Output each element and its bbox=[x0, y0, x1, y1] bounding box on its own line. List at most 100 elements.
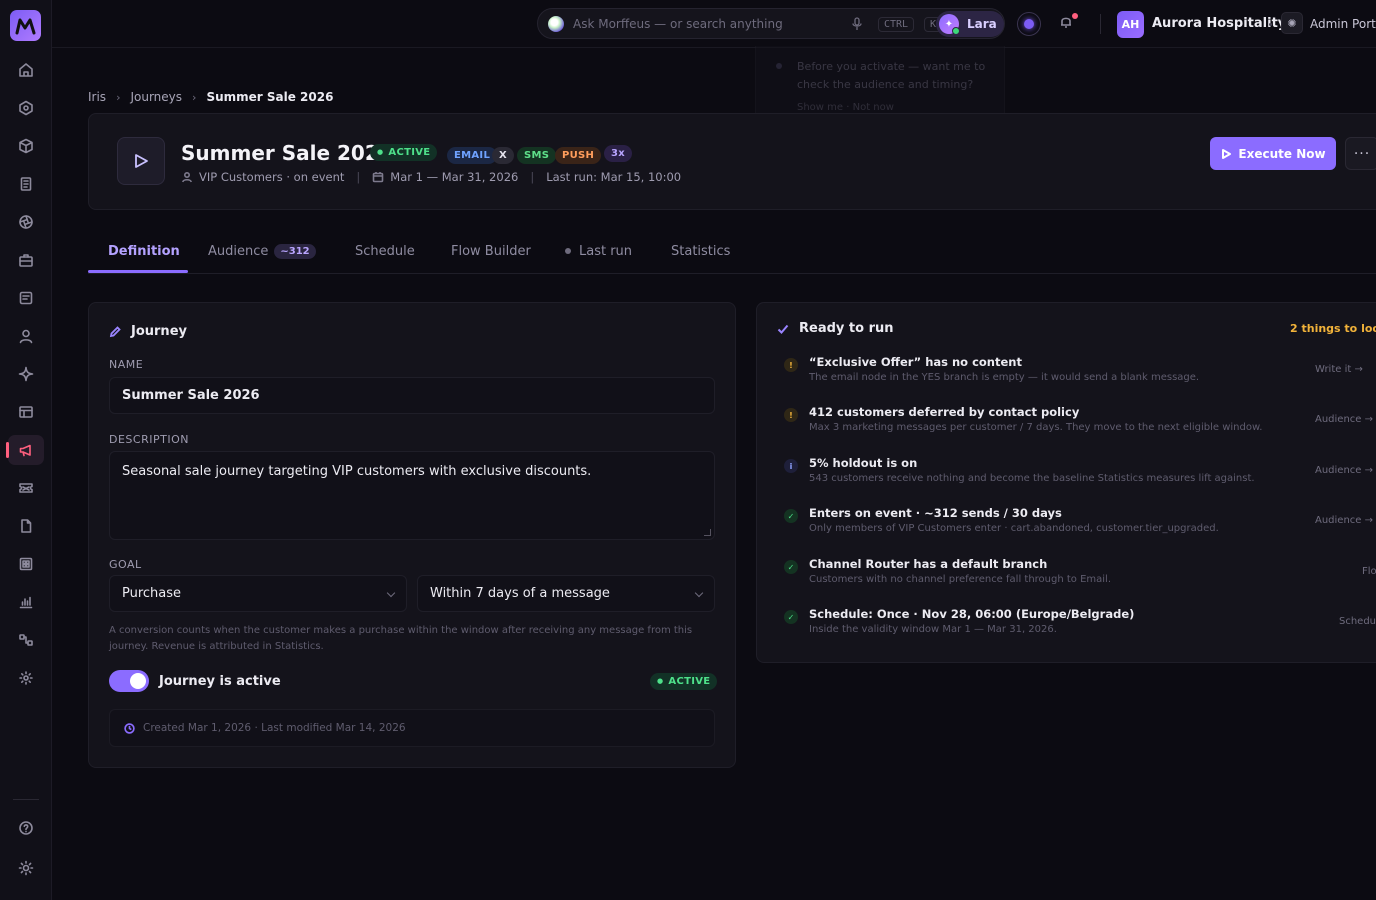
check-icon bbox=[777, 324, 789, 334]
tab-last-run[interactable]: Last run bbox=[565, 244, 632, 259]
user-icon bbox=[182, 171, 192, 183]
audience-link[interactable]: Audience → bbox=[1315, 414, 1373, 425]
more-options-button[interactable]: ··· bbox=[1345, 137, 1376, 170]
tab-flow-builder[interactable]: Flow Builder bbox=[451, 244, 531, 259]
info-icon: i bbox=[784, 459, 798, 473]
resize-handle-icon[interactable] bbox=[704, 529, 711, 536]
lara-avatar: ✦ bbox=[939, 14, 960, 35]
user-icon[interactable] bbox=[8, 321, 44, 351]
warning-icon: ! bbox=[784, 408, 798, 422]
checklist-desc: 543 customers receive nothing and become… bbox=[809, 473, 1255, 484]
checklist-item: i 5% holdout is on 543 customers receive… bbox=[777, 456, 1376, 502]
file-icon[interactable] bbox=[8, 511, 44, 541]
org-name[interactable]: Aurora Hospitality bbox=[1152, 16, 1286, 31]
megaphone-icon[interactable] bbox=[6, 435, 44, 465]
settings-icon[interactable] bbox=[8, 663, 44, 693]
checklist-desc: Max 3 marketing messages per customer / … bbox=[809, 422, 1263, 433]
tab-definition[interactable]: Definition bbox=[108, 244, 180, 259]
ask-search-bar[interactable]: Ask Morffeus — or search anything CTRL K… bbox=[537, 8, 1005, 39]
home-icon[interactable] bbox=[8, 55, 44, 85]
goal-help-text: A conversion counts when the customer ma… bbox=[109, 625, 693, 652]
last-run-dot-icon bbox=[565, 248, 571, 254]
flow-icon[interactable] bbox=[8, 625, 44, 655]
breadcrumb: Iris › Journeys › Summer Sale 2026 bbox=[88, 90, 333, 104]
checklist-desc: Customers with no channel preference fal… bbox=[809, 574, 1112, 585]
checklist-title: 412 customers deferred by contact policy bbox=[809, 405, 1080, 419]
ready-to-run-card: Ready to run 2 things to look at ! “Excl… bbox=[756, 302, 1376, 663]
journey-definition-card: Journey NAME Summer Sale 2026 DESCRIPTIO… bbox=[88, 302, 736, 768]
check-circle-icon: ✓ bbox=[784, 610, 798, 624]
sidebar-divider bbox=[13, 799, 39, 800]
chevron-right-icon: › bbox=[192, 90, 197, 104]
audience-link[interactable]: Audience → bbox=[1315, 515, 1373, 526]
toggle-knob bbox=[130, 673, 146, 689]
calendar-icon bbox=[372, 172, 384, 183]
sparkle-icon[interactable] bbox=[8, 359, 44, 389]
execute-now-button[interactable]: Execute Now bbox=[1210, 137, 1336, 170]
goal-window-value: Within 7 days of a message bbox=[430, 586, 610, 601]
ready-title: Ready to run bbox=[777, 321, 894, 336]
breadcrumb-iris[interactable]: Iris bbox=[88, 90, 106, 104]
checklist-title: 5% holdout is on bbox=[809, 456, 918, 470]
check-circle-icon: ✓ bbox=[784, 560, 798, 574]
org-avatar[interactable]: AH bbox=[1117, 11, 1144, 38]
checklist-item: ! “Exclusive Offer” has no content The e… bbox=[777, 355, 1376, 401]
name-label: NAME bbox=[109, 358, 144, 371]
form-icon[interactable] bbox=[8, 283, 44, 313]
checklist-title: Enters on event · ~312 sends / 30 days bbox=[809, 506, 1062, 520]
sidebar bbox=[0, 0, 52, 900]
theme-sun-icon[interactable] bbox=[8, 853, 44, 883]
flow-link[interactable]: Flow → bbox=[1362, 566, 1376, 577]
cube-icon[interactable] bbox=[8, 131, 44, 161]
journey-description-textarea[interactable]: Seasonal sale journey targeting VIP cust… bbox=[109, 451, 715, 540]
checklist-item: ✓ Enters on event · ~312 sends / 30 days… bbox=[777, 506, 1376, 552]
tab-schedule[interactable]: Schedule bbox=[355, 244, 415, 259]
checklist-item: ! 412 customers deferred by contact poli… bbox=[777, 405, 1376, 451]
breadcrumb-journeys[interactable]: Journeys bbox=[130, 90, 182, 104]
goal-window-select[interactable]: Within 7 days of a message bbox=[417, 575, 715, 612]
aperture-icon[interactable] bbox=[8, 207, 44, 237]
document-list-icon[interactable] bbox=[8, 169, 44, 199]
meta-separator: | bbox=[530, 170, 535, 184]
journey-section-title: Journey bbox=[109, 324, 187, 339]
audience-count-badge: ~312 bbox=[274, 244, 316, 259]
bar-chart-icon[interactable] bbox=[8, 587, 44, 617]
table-icon[interactable] bbox=[8, 397, 44, 427]
lara-assistant-button[interactable]: ✦ Lara bbox=[936, 11, 1004, 37]
journey-section-label: Journey bbox=[131, 324, 187, 339]
record-orb-button[interactable] bbox=[1017, 12, 1041, 36]
journey-header-card: Summer Sale 2026 ACTIVE EMAIL X SMS PUSH… bbox=[88, 113, 1376, 210]
morffeus-logo[interactable] bbox=[10, 10, 41, 41]
created-info: Created Mar 1, 2026 · Last modified Mar … bbox=[109, 709, 715, 747]
admin-gear-icon[interactable]: ✺ bbox=[1281, 12, 1303, 34]
check-circle-icon: ✓ bbox=[784, 509, 798, 523]
audience-link[interactable]: Audience → bbox=[1315, 465, 1373, 476]
clock-icon bbox=[124, 722, 135, 734]
suggestion-actions[interactable]: Show me · Not now bbox=[797, 102, 894, 113]
schedule-link[interactable]: Schedule → bbox=[1339, 616, 1376, 627]
hexagon-icon[interactable] bbox=[8, 93, 44, 123]
app-root: Ask Morffeus — or search anything CTRL K… bbox=[0, 0, 1376, 900]
channel-badge-push: PUSH bbox=[555, 147, 602, 164]
journey-title: Summer Sale 2026 bbox=[181, 141, 393, 165]
checklist-title: Schedule: Once · Nov 28, 06:00 (Europe/B… bbox=[809, 607, 1135, 621]
write-it-link[interactable]: Write it → bbox=[1315, 364, 1363, 375]
channel-badge-email: EMAIL bbox=[447, 147, 498, 164]
briefcase-icon[interactable] bbox=[8, 245, 44, 275]
help-icon[interactable] bbox=[8, 813, 44, 843]
things-to-look-at[interactable]: 2 things to look at bbox=[1290, 322, 1376, 335]
grid-icon[interactable] bbox=[8, 549, 44, 579]
journey-name-input[interactable]: Summer Sale 2026 bbox=[109, 377, 715, 414]
morffeus-orb-icon bbox=[548, 16, 564, 32]
tab-audience[interactable]: Audience ~312 bbox=[208, 244, 316, 259]
goal-type-select[interactable]: Purchase bbox=[109, 575, 407, 612]
suggestion-text: Before you activate — want me to check t… bbox=[797, 60, 986, 91]
ticket-icon[interactable] bbox=[8, 473, 44, 503]
goal-type-value: Purchase bbox=[122, 586, 182, 601]
goal-label: GOAL bbox=[109, 558, 142, 571]
multiplier-badge: 3x bbox=[604, 145, 633, 162]
journey-active-toggle[interactable] bbox=[109, 670, 149, 692]
tab-statistics[interactable]: Statistics bbox=[671, 244, 730, 259]
admin-portal-link[interactable]: Admin Portal bbox=[1310, 17, 1376, 31]
microphone-icon[interactable] bbox=[851, 17, 863, 31]
